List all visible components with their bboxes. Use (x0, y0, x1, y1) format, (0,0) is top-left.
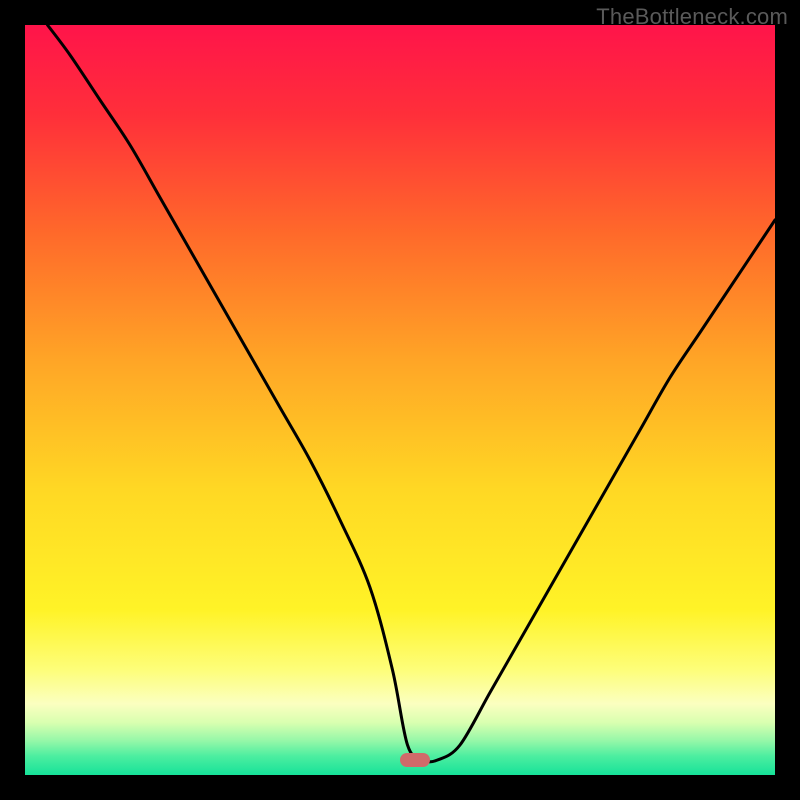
plot-svg (25, 25, 775, 775)
gradient-background (25, 25, 775, 775)
chart-frame: TheBottleneck.com (0, 0, 800, 800)
watermark-text: TheBottleneck.com (596, 4, 788, 30)
plot-area (25, 25, 775, 775)
optimal-marker (400, 753, 430, 767)
